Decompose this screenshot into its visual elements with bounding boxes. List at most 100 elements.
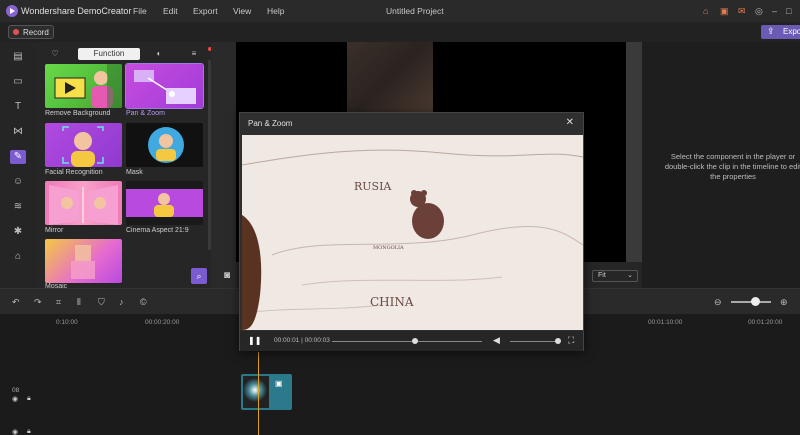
camera-icon[interactable]: ◙	[224, 270, 230, 281]
card-cinema-aspect[interactable]	[126, 181, 203, 225]
record-button[interactable]: Record	[8, 25, 54, 39]
app-logo-icon	[6, 5, 18, 17]
zoom-slider-handle[interactable]	[751, 297, 760, 306]
cart-icon[interactable]: ⌂	[703, 6, 708, 16]
tab-function[interactable]: Function	[78, 48, 140, 60]
zoom-in-icon[interactable]: ⊕	[780, 297, 788, 308]
preview-gutter	[211, 42, 236, 288]
undo-icon[interactable]: ↶	[12, 297, 20, 308]
captions-icon[interactable]: ▭	[10, 75, 26, 89]
menu-export[interactable]: Export	[193, 6, 218, 16]
panel-tabs: ♡ Function ◐ ≡	[42, 48, 206, 60]
microphone-icon[interactable]: ♪	[119, 297, 124, 307]
lock-icon[interactable]: 🔒︎	[27, 395, 31, 403]
record-dot-icon	[13, 29, 19, 35]
card-label-pan-zoom: Pan & Zoom	[126, 110, 165, 117]
card-mosaic[interactable]	[45, 239, 122, 283]
redo-icon[interactable]: ↷	[34, 297, 42, 308]
properties-hint: Select the component in the player or do…	[664, 152, 800, 181]
media-library-icon[interactable]: ▤	[10, 50, 26, 64]
seek-bar[interactable]	[332, 341, 482, 342]
volume-handle[interactable]	[555, 338, 561, 344]
mail-icon[interactable]: ✉	[738, 6, 746, 16]
eye-icon[interactable]: ◉	[12, 428, 18, 435]
split-icon[interactable]: ⫴	[77, 297, 81, 308]
card-remove-background[interactable]	[45, 64, 122, 108]
transitions-icon[interactable]: ⋈	[10, 125, 26, 139]
card-label-cinema-aspect: Cinema Aspect 21:9	[126, 227, 189, 234]
copyright-icon[interactable]: ©	[140, 297, 147, 307]
pause-icon[interactable]: ❚❚	[248, 336, 261, 345]
store-icon[interactable]: ⌂	[10, 250, 26, 264]
headset-icon[interactable]: ◎	[755, 6, 763, 16]
chevron-down-icon: ⌄	[627, 272, 633, 279]
dialog-player-bar: ❚❚ 00:00:01 | 00:00:03 ◀ ⛶	[240, 331, 583, 351]
map-label-china: CHINA	[370, 295, 414, 309]
playback-time: 00:00:01 | 00:00:03	[274, 337, 330, 344]
ruler-tick: 00:00:20:00	[145, 319, 180, 326]
card-label-remove-background: Remove Background	[45, 110, 111, 117]
ruler-tick: 0:10:00	[56, 319, 78, 326]
pan-zoom-dialog: Pan & Zoom ✕ RUSIA MONGOLIA CHINA ❚❚ 00:…	[239, 112, 584, 351]
search-button[interactable]: ⌕	[191, 268, 207, 284]
eye-icon[interactable]: ◉	[12, 395, 18, 403]
record-label: Record	[23, 28, 49, 37]
volume-slider[interactable]	[510, 341, 560, 342]
app-name: Wondershare DemoCreator	[21, 6, 132, 16]
tab-favorites[interactable]: ♡	[42, 48, 68, 60]
gift-icon[interactable]: ▣	[720, 6, 729, 16]
menu-help[interactable]: Help	[267, 6, 284, 16]
minimize-icon[interactable]: –	[772, 6, 777, 16]
tab-more[interactable]: ≡	[182, 48, 206, 60]
remove-background-thumbnail	[54, 64, 122, 108]
close-icon[interactable]: ✕	[566, 117, 574, 128]
left-rail: ▤ ▭ T ⋈ ✎ ☺ ≋ ✱ ⌂	[0, 42, 36, 288]
audio-icon[interactable]: ≋	[10, 200, 26, 214]
pan-zoom-thumbnail	[134, 70, 196, 104]
menu-view[interactable]: View	[233, 6, 251, 16]
volume-icon[interactable]: ◀	[493, 335, 500, 346]
card-pan-zoom[interactable]	[125, 63, 204, 109]
annotations-icon[interactable]: T	[10, 100, 26, 114]
map-label-rusia: RUSIA	[354, 180, 392, 193]
maximize-icon[interactable]: □	[786, 6, 791, 16]
timeline-clip[interactable]: ▣	[241, 374, 292, 410]
card-label-mask: Mask	[126, 169, 143, 176]
fit-dropdown[interactable]: Fit ⌄	[592, 270, 638, 282]
ruler-tick: 00:01:10:00	[648, 319, 683, 326]
ruler-tick: 00:01:20:00	[748, 319, 783, 326]
tab-audio[interactable]: ◐	[146, 48, 172, 60]
map-label-mongolia: MONGOLIA	[373, 245, 404, 251]
lock-icon[interactable]: 🔒︎	[27, 428, 31, 435]
menu-file[interactable]: File	[133, 6, 147, 16]
stickers-icon[interactable]: ☺	[10, 175, 26, 189]
card-mask[interactable]	[126, 123, 203, 167]
card-label-mirror: Mirror	[45, 227, 64, 234]
export-button[interactable]: ⇪ Export	[761, 25, 800, 39]
mask-thumbnail	[148, 127, 184, 163]
clip-thumbnail	[243, 376, 269, 408]
image-icon: ▣	[275, 379, 283, 388]
document-title: Untitled Project	[386, 6, 444, 16]
zoom-out-icon[interactable]: ⊖	[714, 297, 722, 308]
dialog-title: Pan & Zoom	[248, 119, 293, 128]
card-mirror[interactable]	[45, 181, 122, 225]
preview-frame-image	[347, 42, 433, 114]
preview-scrollbar[interactable]	[626, 42, 642, 262]
cinema-aspect-thumbnail	[126, 189, 203, 217]
card-label-facial-recognition: Facial Recognition	[45, 169, 103, 176]
playhead[interactable]	[258, 352, 259, 435]
menu-edit[interactable]: Edit	[163, 6, 178, 16]
marker-icon[interactable]: ⛉	[98, 297, 105, 308]
track-number: 08	[12, 387, 20, 394]
export-label: Export	[783, 27, 800, 36]
crop-icon[interactable]: ⌗	[56, 297, 61, 308]
seek-handle[interactable]	[412, 338, 418, 344]
fit-label: Fit	[598, 272, 606, 279]
card-facial-recognition[interactable]	[45, 123, 122, 167]
mirror-thumbnail	[49, 185, 118, 225]
effects-icon[interactable]: ✎	[10, 150, 26, 164]
cursor-icon[interactable]: ✱	[10, 225, 26, 239]
title-bar: Wondershare DemoCreator File Edit Export…	[0, 0, 800, 22]
fullscreen-icon[interactable]: ⛶	[568, 335, 574, 346]
